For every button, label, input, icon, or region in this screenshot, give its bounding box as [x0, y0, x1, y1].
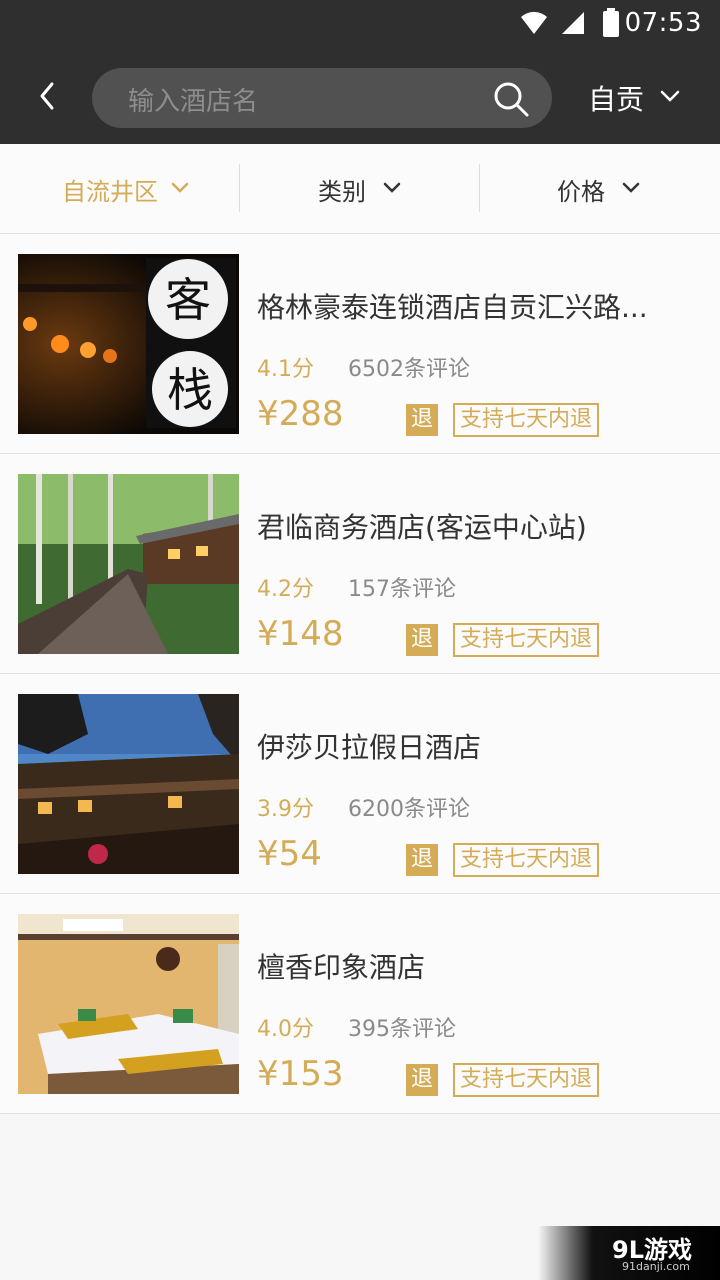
hotel-thumbnail — [18, 694, 239, 874]
hotel-review-count: 157条评论 — [348, 577, 456, 602]
refund-policy-tag: 支持七天内退 — [453, 623, 600, 657]
filter-district[interactable]: 自流井区 — [0, 144, 239, 232]
sign-text: 栈 — [167, 363, 213, 417]
refund-badge: 退 — [406, 624, 438, 656]
hotel-score: 4.2分 — [257, 577, 314, 602]
filter-category[interactable]: 类别 — [240, 144, 479, 232]
chevron-down-icon — [383, 182, 401, 193]
city-selector[interactable]: 自贡 — [588, 78, 680, 118]
filter-price[interactable]: 价格 — [480, 144, 720, 232]
signal-icon — [562, 12, 584, 34]
site-watermark: 9L游戏 91danji.com — [538, 1226, 720, 1280]
refund-badge: 退 — [406, 1064, 438, 1096]
hotel-list-item[interactable]: 檀香印象酒店 4.0分 395条评论 ¥153 退 支持七天内退 — [0, 894, 720, 1114]
top-bar: 输入酒店名 自贡 — [0, 48, 720, 144]
filter-district-label: 自流井区 — [62, 178, 158, 206]
sign-text: 客 — [165, 273, 211, 327]
hotel-price: ¥54 — [257, 834, 322, 874]
hotel-review-count: 395条评论 — [348, 1017, 456, 1042]
chevron-down-icon — [622, 182, 640, 193]
filter-bar: 自流井区 类别 价格 — [0, 144, 720, 234]
search-icon[interactable] — [492, 80, 530, 118]
hotel-review-count: 6502条评论 — [348, 357, 470, 382]
hotel-name: 伊莎贝拉假日酒店 — [257, 731, 482, 764]
hotel-name: 檀香印象酒店 — [257, 951, 426, 984]
hotel-price: ¥288 — [257, 394, 344, 434]
hotel-score: 3.9分 — [257, 797, 314, 822]
hotel-thumbnail — [18, 914, 239, 1094]
status-bar: 07:53 — [0, 0, 720, 48]
hotel-price: ¥153 — [257, 1054, 344, 1094]
hotel-list-item[interactable]: 客 栈 格林豪泰连锁酒店自贡汇兴路... 4.1分 6502条评论 ¥288 退… — [0, 234, 720, 454]
hotel-name: 格林豪泰连锁酒店自贡汇兴路... — [257, 291, 648, 324]
back-arrow-icon — [40, 82, 54, 110]
hotel-name: 君临商务酒店(客运中心站) — [257, 511, 587, 544]
refund-policy-tag: 支持七天内退 — [453, 1063, 600, 1097]
hotel-thumbnail — [18, 474, 239, 654]
city-label: 自贡 — [588, 83, 645, 116]
refund-policy-tag: 支持七天内退 — [453, 403, 600, 437]
battery-icon — [603, 8, 619, 37]
refund-policy-tag: 支持七天内退 — [453, 843, 600, 877]
hotel-list-item[interactable]: 伊莎贝拉假日酒店 3.9分 6200条评论 ¥54 退 支持七天内退 — [0, 674, 720, 894]
hotel-list: 客 栈 格林豪泰连锁酒店自贡汇兴路... 4.1分 6502条评论 ¥288 退… — [0, 234, 720, 1114]
hotel-score: 4.1分 — [257, 357, 314, 382]
refund-badge: 退 — [406, 844, 438, 876]
wifi-icon — [521, 11, 547, 34]
hotel-list-item[interactable]: 君临商务酒店(客运中心站) 4.2分 157条评论 ¥148 退 支持七天内退 — [0, 454, 720, 674]
hotel-review-count: 6200条评论 — [348, 797, 470, 822]
watermark-url: 91danji.com — [622, 1260, 690, 1273]
chevron-down-icon — [660, 90, 680, 102]
filter-price-label: 价格 — [557, 178, 605, 206]
search-placeholder: 输入酒店名 — [128, 87, 259, 117]
back-button[interactable] — [28, 74, 68, 118]
refund-badge: 退 — [406, 404, 438, 436]
hotel-thumbnail: 客 栈 — [18, 254, 239, 434]
hotel-price: ¥148 — [257, 614, 344, 654]
hotel-score: 4.0分 — [257, 1017, 314, 1042]
filter-category-label: 类别 — [318, 178, 366, 206]
status-time: 07:53 — [624, 8, 702, 38]
chevron-down-icon — [171, 182, 189, 193]
search-input[interactable]: 输入酒店名 — [92, 68, 552, 128]
